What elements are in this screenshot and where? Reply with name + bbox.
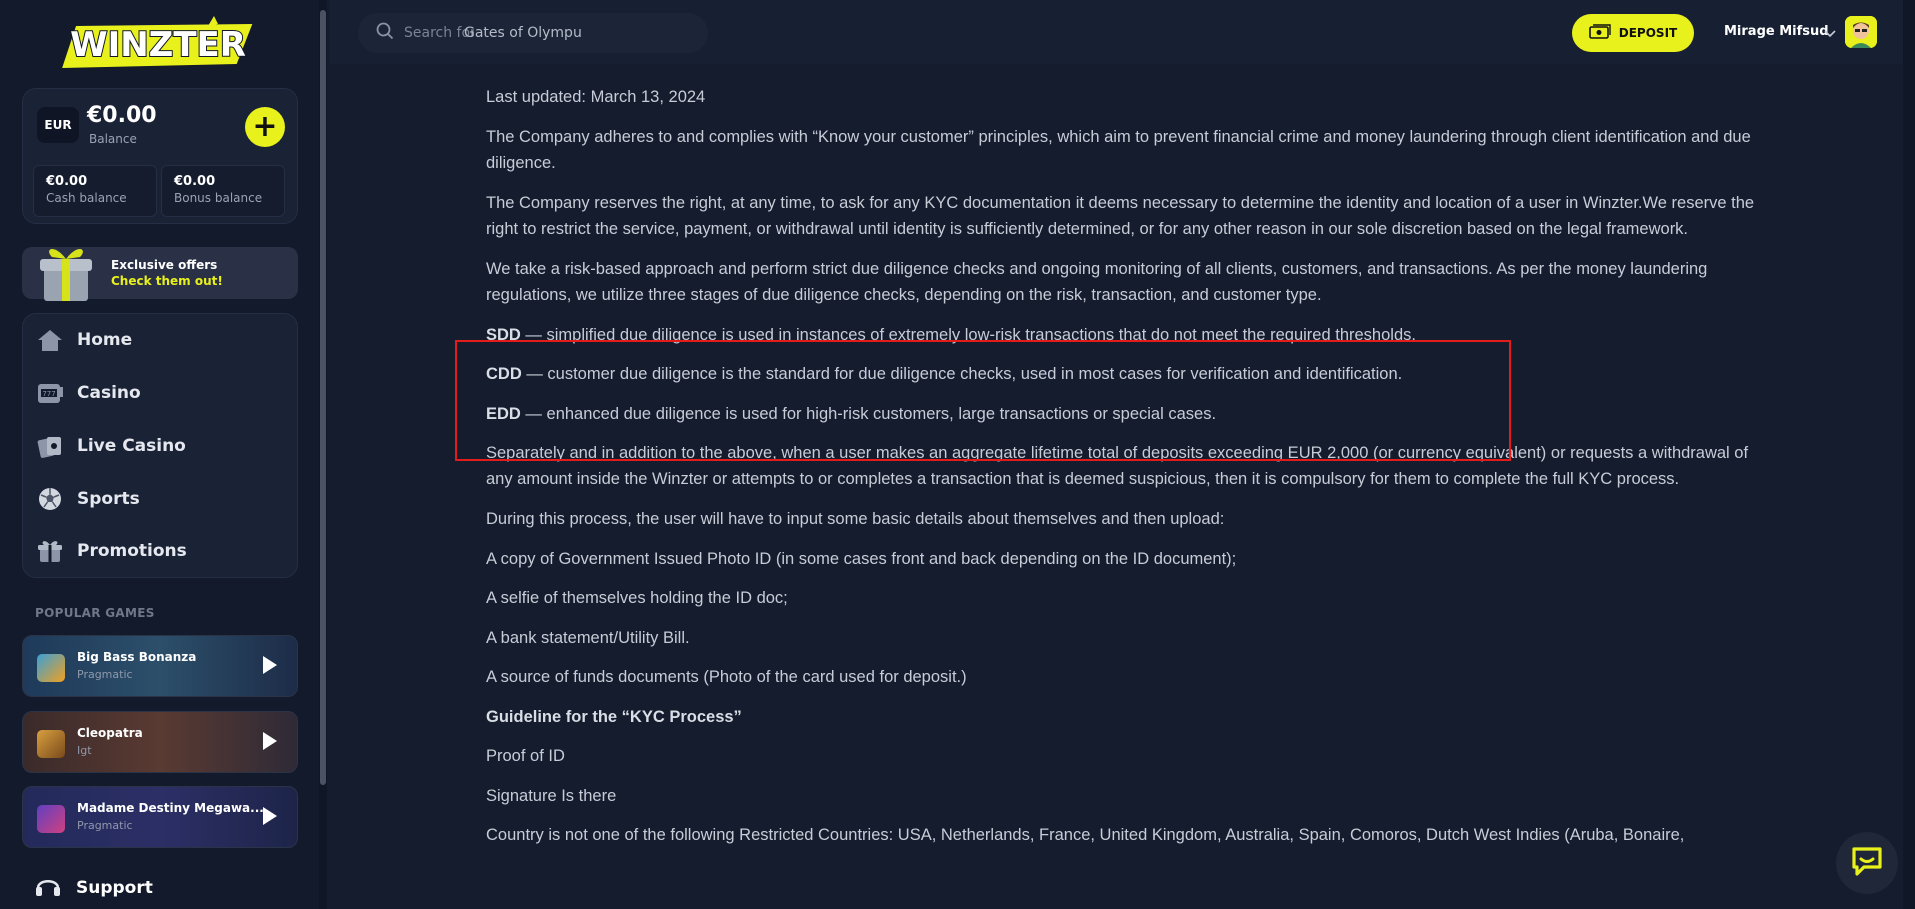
nav-item-home[interactable]: Home bbox=[35, 323, 132, 357]
balance-card: EUR €0.00 Balance + €0.00 Cash balance €… bbox=[22, 88, 298, 224]
game-provider: Igt bbox=[77, 744, 92, 757]
list-item: A source of funds documents (Photo of th… bbox=[486, 668, 967, 686]
balance-amount: €0.00 bbox=[87, 103, 157, 128]
popular-games-title: POPULAR GAMES bbox=[35, 606, 155, 620]
game-name: Cleopatra bbox=[77, 726, 143, 740]
nav-item-label: Home bbox=[77, 330, 133, 350]
list-item: Country is not one of the following Rest… bbox=[486, 826, 1685, 844]
paragraph: The Company reserves the right, at any t… bbox=[486, 193, 1755, 238]
sidebar: WINZTER EUR €0.00 Balance + €0.00 Cash b… bbox=[0, 0, 322, 909]
gift-box-icon bbox=[40, 248, 92, 301]
list-item: Signature Is there bbox=[486, 786, 617, 805]
list-item: A bank statement/Utility Bill. bbox=[486, 628, 690, 647]
winzter-logo[interactable]: WINZTER bbox=[58, 12, 260, 78]
main-nav: Home 777 Casino Live Casino Sports Promo… bbox=[22, 313, 298, 578]
game-thumbnail bbox=[37, 730, 65, 758]
add-funds-button[interactable]: + bbox=[245, 107, 285, 147]
cash-balance: €0.00 Cash balance bbox=[33, 165, 157, 217]
sidebar-scrollbar-thumb[interactable] bbox=[320, 10, 326, 785]
paragraph: The Company adheres to and complies with… bbox=[486, 127, 1751, 172]
guideline-heading: Guideline for the “KYC Process” bbox=[486, 707, 742, 726]
cash-balance-label: Cash balance bbox=[46, 191, 127, 205]
nav-item-live-casino[interactable]: Live Casino bbox=[35, 429, 186, 463]
list-item: A copy of Government Issued Photo ID (in… bbox=[486, 549, 1237, 568]
kyc-article: Last updated: March 13, 2024 The Company… bbox=[486, 84, 1756, 862]
user-name[interactable]: Mirage Mifsud bbox=[1724, 24, 1829, 39]
chevron-down-icon[interactable] bbox=[1824, 24, 1836, 43]
cash-balance-amount: €0.00 bbox=[46, 174, 88, 189]
exclusive-offers-banner[interactable]: Exclusive offers Check them out! bbox=[22, 247, 298, 301]
page-scrollbar[interactable] bbox=[1903, 0, 1915, 909]
cards-icon bbox=[35, 432, 65, 460]
paragraph: We take a risk-based approach and perfor… bbox=[486, 259, 1708, 304]
avatar[interactable] bbox=[1845, 16, 1877, 48]
nav-item-label: Promotions bbox=[77, 541, 187, 561]
section-heading: Guideline for the “KYC Process” bbox=[486, 704, 1756, 730]
game-thumbnail bbox=[37, 654, 65, 682]
game-card-madame-destiny[interactable]: Madame Destiny Megawa... Pragmatic bbox=[22, 786, 298, 848]
game-card-cleopatra[interactable]: Cleopatra Igt bbox=[22, 711, 298, 773]
game-provider: Pragmatic bbox=[77, 668, 133, 681]
svg-text:777: 777 bbox=[42, 390, 55, 398]
list-item: Proof of ID bbox=[486, 747, 565, 765]
play-icon[interactable] bbox=[263, 732, 277, 750]
nav-item-casino[interactable]: 777 Casino bbox=[35, 376, 141, 410]
play-icon[interactable] bbox=[263, 807, 277, 825]
cash-icon bbox=[1588, 23, 1611, 43]
last-updated: Last updated: March 13, 2024 bbox=[486, 88, 706, 106]
balance-label: Balance bbox=[89, 132, 137, 146]
game-name: Big Bass Bonanza bbox=[77, 650, 197, 664]
bonus-balance-label: Bonus balance bbox=[174, 191, 263, 205]
live-chat-button[interactable] bbox=[1836, 832, 1898, 894]
game-name: Madame Destiny Megawa... bbox=[77, 801, 264, 815]
list-item: A selfie of themselves holding the ID do… bbox=[486, 589, 788, 607]
offers-title: Exclusive offers bbox=[111, 258, 218, 272]
deposit-label: DEPOSIT bbox=[1618, 26, 1678, 40]
support-label: Support bbox=[76, 878, 153, 898]
nav-item-label: Sports bbox=[77, 489, 140, 509]
nav-item-promotions[interactable]: Promotions bbox=[35, 534, 187, 568]
deposit-button[interactable]: DEPOSIT bbox=[1572, 14, 1694, 52]
nav-item-sports[interactable]: Sports bbox=[35, 482, 140, 516]
game-card-big-bass-bonanza[interactable]: Big Bass Bonanza Pragmatic bbox=[22, 635, 298, 697]
home-icon bbox=[35, 326, 65, 354]
slot-machine-icon: 777 bbox=[35, 379, 65, 407]
search-icon bbox=[376, 22, 394, 44]
highlight-box bbox=[455, 340, 1511, 461]
bonus-balance-amount: €0.00 bbox=[174, 174, 216, 189]
game-provider: Pragmatic bbox=[77, 819, 133, 832]
search-bar[interactable]: Gates of Olympu bbox=[358, 13, 708, 53]
logo-text: WINZTER bbox=[70, 25, 246, 65]
nav-item-label: Live Casino bbox=[77, 436, 186, 456]
search-suggestion: Gates of Olympu bbox=[464, 25, 582, 41]
support-link[interactable]: Support bbox=[34, 873, 153, 903]
nav-item-label: Casino bbox=[77, 383, 141, 403]
paragraph: During this process, the user will have … bbox=[486, 510, 1225, 528]
bonus-balance: €0.00 Bonus balance bbox=[161, 165, 285, 217]
play-icon[interactable] bbox=[263, 656, 277, 674]
game-thumbnail bbox=[37, 805, 65, 833]
plus-icon: + bbox=[252, 109, 278, 144]
offers-cta[interactable]: Check them out! bbox=[111, 274, 223, 288]
headset-icon bbox=[34, 873, 62, 903]
gift-icon bbox=[35, 537, 65, 565]
currency-badge[interactable]: EUR bbox=[37, 107, 79, 143]
chat-bubble-icon bbox=[1850, 845, 1884, 881]
soccer-ball-icon bbox=[35, 485, 65, 513]
